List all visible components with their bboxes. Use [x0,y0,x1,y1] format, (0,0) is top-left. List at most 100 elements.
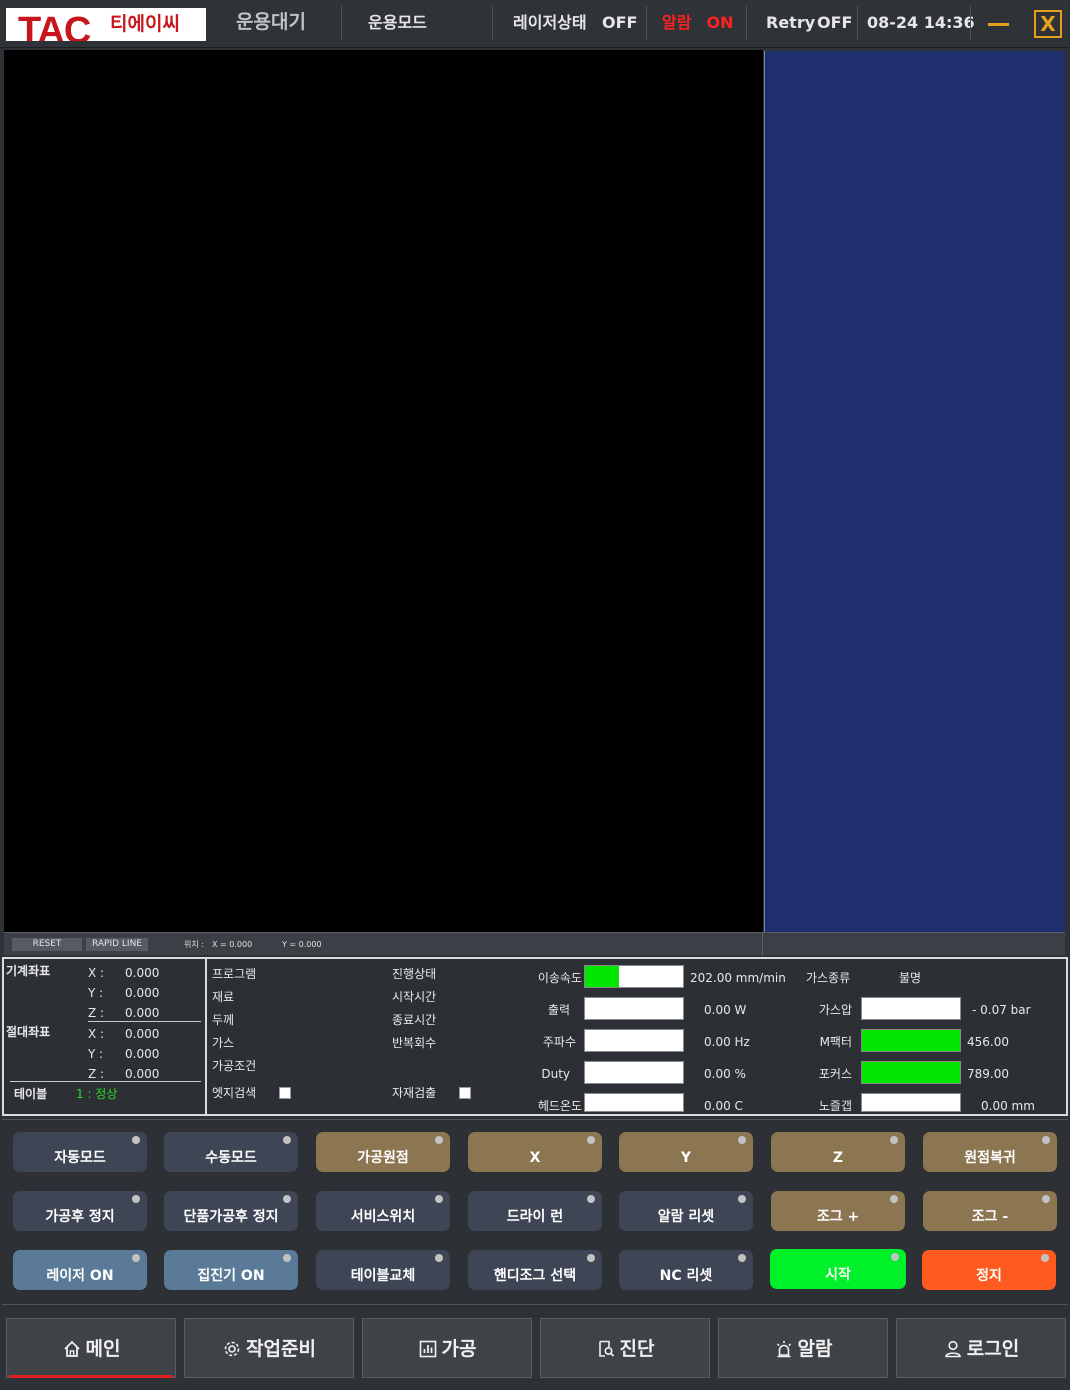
gear-icon [222,1319,242,1383]
program-label: 프로그램 [212,967,257,981]
dry-run-button[interactable]: 드라이 런 [468,1191,602,1231]
home-icon [62,1319,82,1383]
button-label: 원점복귀 [964,1150,1016,1166]
chart-icon [418,1319,438,1383]
tab-diagnosis[interactable]: 진단 [540,1318,710,1378]
logo-text: TAC [18,10,91,41]
stop-after-single-part-button[interactable]: 단품가공후 정지 [164,1191,298,1231]
auto-mode-button[interactable]: 자동모드 [13,1132,147,1172]
output-label: 출력 [547,1003,570,1017]
status-led [1041,1254,1049,1262]
user-icon [943,1319,963,1383]
y-axis-button[interactable]: Y [619,1132,753,1172]
start-button[interactable]: 시작 [770,1249,906,1289]
machine-coord-label: 기계좌표 [6,964,51,978]
button-label: 가공후 정지 [45,1209,115,1225]
machine-y-label: Y : [88,986,104,1000]
x-axis-button[interactable]: X [468,1132,602,1172]
service-position-button[interactable]: 서비스위치 [316,1191,450,1231]
alarm-reset-button[interactable]: 알람 리셋 [619,1191,753,1231]
position-label: 위치 : [184,940,204,949]
nozzle-gap-value: 0.00 mm [981,1099,1035,1113]
tab-main[interactable]: 메인 [6,1318,176,1378]
minimize-icon[interactable] [988,23,1009,26]
status-led [435,1195,443,1203]
retry-value: OFF [817,13,853,32]
status-led [132,1195,140,1203]
status-led [132,1136,140,1144]
gas-type-label: 가스종류 [806,971,851,985]
machine-x-value: 0.000 [125,966,160,980]
status-led [283,1136,291,1144]
table-divider [10,1081,201,1082]
button-label: 수동모드 [205,1150,257,1166]
dust-collector-on-button[interactable]: 집진기 ON [164,1250,298,1290]
material-label: 재료 [212,990,235,1004]
z-axis-button[interactable]: Z [771,1132,905,1172]
button-label: 집진기 ON [197,1268,265,1284]
focus-label: 포커스 [818,1067,852,1081]
tab-login[interactable]: 로그인 [896,1318,1066,1378]
alarm-indicator: 알람 ON [662,12,734,34]
button-label: 레이저 ON [46,1268,114,1284]
canvas-status-strip: RESET RAPID LINE 위치 : X = 0.000 Y = 0.00… [4,932,1065,956]
nozzle-gap-bar [861,1093,961,1112]
focus-value: 789.00 [967,1067,1009,1081]
repeat-count-label: 반복회수 [392,1036,437,1050]
jog-minus-button[interactable]: 조그 - [923,1191,1057,1231]
m-factor-bar [861,1029,961,1052]
home-return-button[interactable]: 원점복귀 [923,1132,1057,1172]
alarm-label: 알람 [662,13,692,32]
cutting-path-canvas[interactable] [4,50,763,932]
operation-status: 운용대기 [236,11,306,33]
jog-plus-button[interactable]: 조그 + [771,1191,905,1231]
close-button[interactable]: X [1034,10,1062,38]
gas-pressure-value: - 0.07 bar [972,1003,1031,1017]
button-label: 시작 [825,1267,851,1283]
reset-view-button[interactable]: RESET [12,938,82,951]
edge-search-label: 엣지검색 [212,1086,257,1100]
tab-label: 메인 [85,1338,121,1360]
thickness-label: 두께 [212,1013,235,1027]
status-led [1042,1195,1050,1203]
stop-after-process-button[interactable]: 가공후 정지 [13,1191,147,1231]
tac-logo: TAC 티에이씨 [6,8,206,41]
tab-alarm[interactable]: 알람 [718,1318,888,1378]
focus-bar-fill [862,1062,960,1083]
header-divider [646,6,647,40]
rapid-line-button[interactable]: RAPID LINE [86,938,148,951]
button-label: 핸디조그 선택 [493,1268,577,1284]
work-origin-button[interactable]: 가공원점 [316,1132,450,1172]
status-led [891,1253,899,1261]
absolute-x-value: 0.000 [125,1027,160,1041]
gas-label: 가스 [212,1036,235,1050]
table-exchange-button[interactable]: 테이블교체 [316,1250,450,1290]
nc-reset-button[interactable]: NC 리셋 [619,1250,753,1290]
tab-work-prep[interactable]: 작업준비 [184,1318,354,1378]
laser-on-button[interactable]: 레이저 ON [13,1250,147,1290]
side-preview-panel [764,51,1065,932]
coord-divider [88,1021,201,1022]
stop-button[interactable]: 정지 [922,1250,1056,1290]
status-led [435,1136,443,1144]
logo-korean: 티에이씨 [110,13,180,35]
button-label: 단품가공후 정지 [183,1209,279,1225]
header-divider [492,6,493,40]
coordinate-box: 기계좌표 X : 0.000 Y : 0.000 Z : 0.000 절대좌표 … [4,959,207,1114]
manual-mode-button[interactable]: 수동모드 [164,1132,298,1172]
handy-jog-select-button[interactable]: 핸디조그 선택 [468,1250,602,1290]
table-status: 1 : 정상 [76,1087,118,1101]
laser-status-value: OFF [602,13,638,32]
material-detect-checkbox[interactable] [459,1087,471,1099]
head-temp-value: 0.00 C [704,1099,743,1113]
tab-label: 가공 [441,1338,477,1360]
operation-mode: 운용모드 [368,13,427,32]
diagnosis-search-icon [596,1319,616,1383]
button-label: 드라이 런 [506,1209,564,1225]
edge-search-checkbox[interactable] [279,1087,291,1099]
button-label: NC 리셋 [659,1268,713,1284]
condition-label: 가공조건 [212,1059,257,1073]
tab-process[interactable]: 가공 [362,1318,532,1378]
focus-bar [861,1061,961,1084]
status-led [587,1136,595,1144]
